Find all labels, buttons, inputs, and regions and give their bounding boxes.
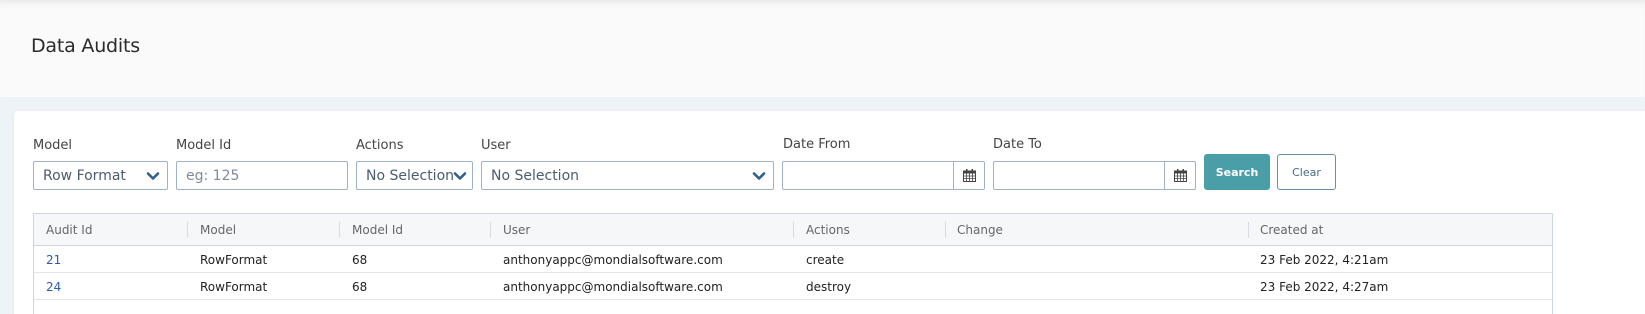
actions-select-value: No Selection <box>366 168 455 184</box>
user-select[interactable]: No Selection <box>481 161 774 190</box>
actions-select[interactable]: No Selection <box>356 161 473 190</box>
column-divider <box>945 222 946 238</box>
chevron-down-icon <box>752 172 766 180</box>
audit-id-link[interactable]: 21 <box>46 253 61 267</box>
chevron-down-icon <box>146 172 160 180</box>
date-from-label: Date From <box>783 137 851 152</box>
column-header-change[interactable]: Change <box>957 223 1003 237</box>
model-label: Model <box>33 138 73 153</box>
model-select[interactable]: Row Format <box>33 161 168 190</box>
calendar-icon <box>1173 169 1187 182</box>
model-id-input[interactable]: eg: 125 <box>176 161 348 190</box>
audit-id-link[interactable]: 24 <box>46 280 61 294</box>
model-id-placeholder: eg: 125 <box>186 168 240 184</box>
column-divider <box>187 222 188 238</box>
date-from-picker-button[interactable] <box>953 162 984 189</box>
column-divider <box>1248 222 1249 238</box>
model-select-value: Row Format <box>43 168 126 184</box>
cell-action: destroy <box>806 280 852 294</box>
date-from-input[interactable] <box>782 161 985 190</box>
date-to-input[interactable] <box>993 161 1196 190</box>
page-title: Data Audits <box>31 35 140 57</box>
clear-button[interactable]: Clear <box>1277 154 1336 190</box>
column-header-audit-id[interactable]: Audit Id <box>46 223 92 237</box>
table-row: 21 RowFormat 68 anthonyappc@mondialsoftw… <box>34 246 1552 273</box>
column-header-created-at[interactable]: Created at <box>1260 223 1323 237</box>
date-to-label: Date To <box>993 137 1042 152</box>
column-divider <box>793 222 794 238</box>
column-divider <box>490 222 491 238</box>
model-id-label: Model Id <box>176 138 232 153</box>
cell-model-id: 68 <box>352 280 368 294</box>
user-select-value: No Selection <box>491 168 580 184</box>
calendar-icon <box>962 169 976 182</box>
column-divider <box>339 222 340 238</box>
page-header: Data Audits <box>0 0 1645 97</box>
actions-label: Actions <box>356 138 404 153</box>
cell-user: anthonyappc@mondialsoftware.com <box>503 253 723 267</box>
column-header-user[interactable]: User <box>503 223 530 237</box>
table-header: Audit Id Model Model Id User Actions Cha… <box>34 214 1552 246</box>
table-row: 24 RowFormat 68 anthonyappc@mondialsoftw… <box>34 273 1552 300</box>
cell-model: RowFormat <box>200 253 268 267</box>
chevron-down-icon <box>453 172 467 180</box>
date-to-picker-button[interactable] <box>1164 162 1195 189</box>
cell-model: RowFormat <box>200 280 268 294</box>
column-header-model-id[interactable]: Model Id <box>352 223 403 237</box>
cell-action: create <box>806 253 845 267</box>
cell-model-id: 68 <box>352 253 368 267</box>
column-header-actions[interactable]: Actions <box>806 223 850 237</box>
cell-user: anthonyappc@mondialsoftware.com <box>503 280 723 294</box>
search-button[interactable]: Search <box>1204 154 1270 190</box>
user-label: User <box>481 138 511 153</box>
audits-table: Audit Id Model Model Id User Actions Cha… <box>33 213 1553 314</box>
cell-created-at: 23 Feb 2022, 4:21am <box>1260 253 1389 267</box>
column-header-model[interactable]: Model <box>200 223 236 237</box>
cell-created-at: 23 Feb 2022, 4:27am <box>1260 280 1389 294</box>
